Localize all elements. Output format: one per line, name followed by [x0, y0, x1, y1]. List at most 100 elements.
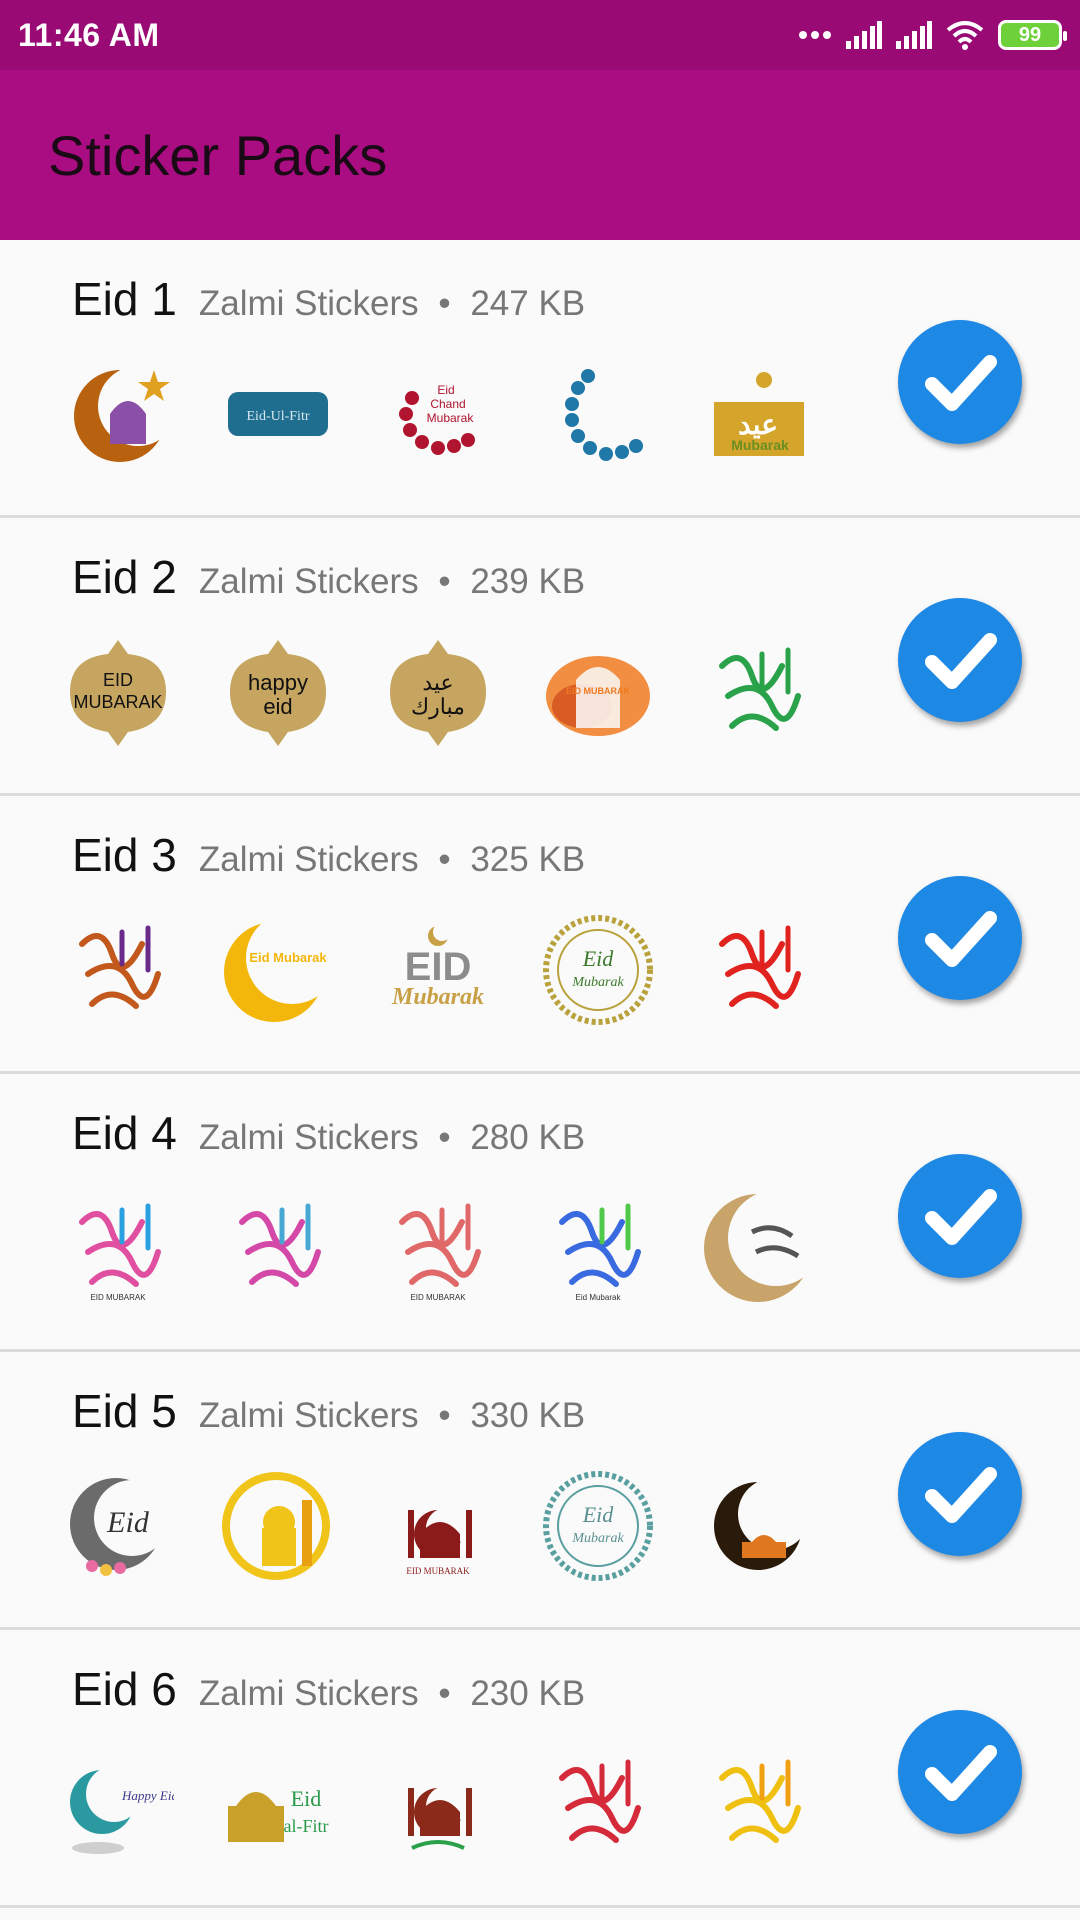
sticker-thumbnail: EID Mubarak	[382, 914, 494, 1026]
separator-dot: •	[438, 284, 451, 323]
pack-meta: Zalmi Stickers • 247 KB	[199, 284, 585, 324]
sticker-thumbnail: happy eid	[222, 636, 334, 748]
pack-size: 330 KB	[470, 1396, 586, 1435]
pack-header: Eid 5 Zalmi Stickers • 330 KB	[72, 1384, 585, 1438]
svg-text:EID: EID	[405, 945, 472, 989]
svg-text:Eid: Eid	[582, 946, 615, 971]
status-icons: 99	[798, 20, 1067, 50]
sticker-thumbnail	[702, 1192, 814, 1304]
sticker-pack-row[interactable]: Eid 6 Zalmi Stickers • 230 KB Happy Eid …	[0, 1630, 1080, 1908]
svg-text:eid: eid	[263, 694, 292, 719]
pack-publisher: Zalmi Stickers	[198, 284, 419, 323]
svg-text:al-Fitr: al-Fitr	[284, 1816, 329, 1836]
added-checkmark-icon[interactable]	[898, 598, 1022, 722]
svg-text:مبارك: مبارك	[411, 694, 465, 720]
sticker-pack-row[interactable]: Eid 3 Zalmi Stickers • 325 KB Eid Mubara…	[0, 796, 1080, 1074]
added-checkmark-icon[interactable]	[898, 1710, 1022, 1834]
sticker-thumbnail: Eid al-Fitr	[222, 1748, 334, 1860]
wifi-icon	[946, 21, 984, 50]
pack-publisher: Zalmi Stickers	[198, 1118, 419, 1157]
pack-header: Eid 3 Zalmi Stickers • 325 KB	[72, 828, 585, 882]
svg-text:عيد: عيد	[422, 670, 453, 695]
sticker-thumbnail	[222, 1192, 334, 1304]
sticker-thumbnail	[702, 636, 814, 748]
pack-publisher: Zalmi Stickers	[198, 562, 419, 601]
pack-header: Eid 1 Zalmi Stickers • 247 KB	[72, 272, 585, 326]
sticker-thumbnail: EID MUBARAK	[382, 1192, 494, 1304]
sticker-thumbnail: EID MUBARAK	[62, 636, 174, 748]
pack-publisher: Zalmi Stickers	[198, 1396, 419, 1435]
pack-meta: Zalmi Stickers • 280 KB	[199, 1118, 585, 1158]
added-checkmark-icon[interactable]	[898, 876, 1022, 1000]
app-bar: Sticker Packs	[0, 70, 1080, 240]
added-checkmark-icon[interactable]	[898, 1154, 1022, 1278]
sticker-thumbnails: EID MUBARAK EID MUBARAK Eid Mubarak	[62, 1192, 814, 1304]
pack-size: 247 KB	[470, 284, 586, 323]
page-title: Sticker Packs	[48, 123, 388, 187]
pack-name: Eid 2	[72, 551, 177, 603]
status-bar: 11:46 AM 99	[0, 0, 1080, 70]
status-time: 11:46 AM	[18, 16, 160, 53]
sticker-thumbnail: Happy Eid	[62, 1748, 174, 1860]
svg-text:Mubarak: Mubarak	[571, 975, 624, 990]
sticker-thumbnail: Eid	[62, 1470, 174, 1582]
svg-text:Mubarak: Mubarak	[427, 411, 475, 425]
sticker-thumbnail	[222, 1470, 334, 1582]
pack-meta: Zalmi Stickers • 239 KB	[199, 562, 585, 602]
pack-meta: Zalmi Stickers • 325 KB	[199, 840, 585, 880]
signal-icon	[846, 21, 882, 49]
added-checkmark-icon[interactable]	[898, 1432, 1022, 1556]
sticker-thumbnail	[702, 914, 814, 1026]
sticker-thumbnail: Eid Mubarak	[542, 1192, 654, 1304]
sticker-thumbnail	[62, 914, 174, 1026]
svg-text:Mubarak: Mubarak	[391, 984, 484, 1010]
sticker-thumbnail: Eid Mubarak	[222, 914, 334, 1026]
svg-text:Mubarak: Mubarak	[731, 437, 789, 453]
pack-name: Eid 5	[72, 1385, 177, 1437]
svg-text:EID MUBARAK: EID MUBARAK	[90, 1293, 146, 1302]
sticker-pack-list: Eid 1 Zalmi Stickers • 247 KB Eid-Ul-Fit…	[0, 240, 1080, 1908]
pack-header: Eid 6 Zalmi Stickers • 230 KB	[72, 1662, 585, 1716]
sticker-pack-row[interactable]: Eid 1 Zalmi Stickers • 247 KB Eid-Ul-Fit…	[0, 240, 1080, 518]
pack-name: Eid 6	[72, 1663, 177, 1715]
added-checkmark-icon[interactable]	[898, 320, 1022, 444]
sticker-thumbnail: Eid Chand Mubarak	[382, 358, 494, 470]
separator-dot: •	[438, 1674, 451, 1713]
pack-size: 230 KB	[470, 1674, 586, 1713]
svg-text:EID MUBARAK: EID MUBARAK	[566, 686, 630, 696]
sticker-pack-row[interactable]: Eid 5 Zalmi Stickers • 330 KB Eid EID MU…	[0, 1352, 1080, 1630]
pack-name: Eid 1	[72, 273, 177, 325]
separator-dot: •	[438, 1396, 451, 1435]
pack-meta: Zalmi Stickers • 230 KB	[199, 1674, 585, 1714]
pack-size: 325 KB	[470, 840, 586, 879]
separator-dot: •	[438, 840, 451, 879]
sticker-thumbnail: Eid-Ul-Fitr	[222, 358, 334, 470]
svg-text:MUBARAK: MUBARAK	[73, 692, 162, 712]
signal-icon	[896, 21, 932, 49]
svg-text:Happy Eid: Happy Eid	[121, 1788, 174, 1803]
sticker-thumbnail: EID MUBARAK	[542, 636, 654, 748]
svg-text:Eid-Ul-Fitr: Eid-Ul-Fitr	[247, 409, 310, 424]
svg-text:Eid Mubarak: Eid Mubarak	[576, 1293, 622, 1302]
sticker-pack-row[interactable]: Eid 4 Zalmi Stickers • 280 KB EID MUBARA…	[0, 1074, 1080, 1352]
sticker-thumbnail: Eid Mubarak	[542, 914, 654, 1026]
sticker-thumbnail	[542, 358, 654, 470]
separator-dot: •	[438, 1118, 451, 1157]
sticker-thumbnail	[542, 1748, 654, 1860]
battery-icon: 99	[998, 20, 1067, 50]
pack-header: Eid 2 Zalmi Stickers • 239 KB	[72, 550, 585, 604]
pack-name: Eid 4	[72, 1107, 177, 1159]
separator-dot: •	[438, 562, 451, 601]
pack-size: 239 KB	[470, 562, 586, 601]
pack-header: Eid 4 Zalmi Stickers • 280 KB	[72, 1106, 585, 1160]
sticker-thumbnail: Eid Mubarak	[542, 1470, 654, 1582]
svg-text:Mubarak: Mubarak	[571, 1531, 624, 1546]
sticker-thumbnails: Eid Mubarak EID Mubarak Eid Mubarak	[62, 914, 814, 1026]
sticker-thumbnail: عيد مبارك	[382, 636, 494, 748]
sticker-thumbnail: EID MUBARAK	[382, 1470, 494, 1582]
sticker-thumbnails: Happy Eid Eid al-Fitr	[62, 1748, 814, 1860]
more-dots-icon	[799, 31, 831, 39]
sticker-pack-row[interactable]: Eid 2 Zalmi Stickers • 239 KB EID MUBARA…	[0, 518, 1080, 796]
svg-text:happy: happy	[248, 670, 308, 695]
sticker-thumbnail	[702, 1748, 814, 1860]
